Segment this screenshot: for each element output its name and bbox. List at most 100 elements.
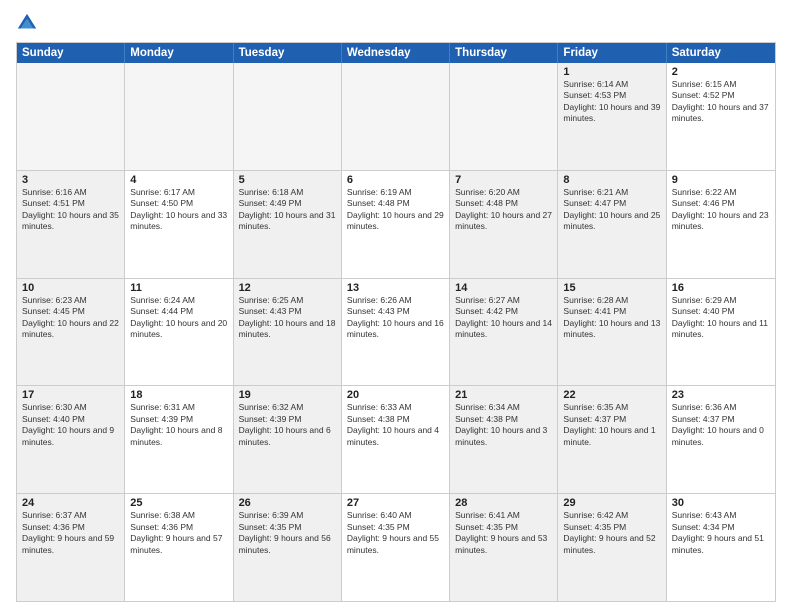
calendar-cell-13: 13Sunrise: 6:26 AM Sunset: 4:43 PM Dayli… [342, 279, 450, 386]
day-info: Sunrise: 6:39 AM Sunset: 4:35 PM Dayligh… [239, 510, 336, 556]
day-info: Sunrise: 6:27 AM Sunset: 4:42 PM Dayligh… [455, 295, 552, 341]
day-info: Sunrise: 6:35 AM Sunset: 4:37 PM Dayligh… [563, 402, 660, 448]
calendar-cell-10: 10Sunrise: 6:23 AM Sunset: 4:45 PM Dayli… [17, 279, 125, 386]
day-info: Sunrise: 6:42 AM Sunset: 4:35 PM Dayligh… [563, 510, 660, 556]
day-number: 1 [563, 66, 660, 78]
day-number: 6 [347, 174, 444, 186]
day-info: Sunrise: 6:37 AM Sunset: 4:36 PM Dayligh… [22, 510, 119, 556]
day-info: Sunrise: 6:34 AM Sunset: 4:38 PM Dayligh… [455, 402, 552, 448]
calendar-cell-5: 5Sunrise: 6:18 AM Sunset: 4:49 PM Daylig… [234, 171, 342, 278]
day-number: 2 [672, 66, 770, 78]
day-info: Sunrise: 6:43 AM Sunset: 4:34 PM Dayligh… [672, 510, 770, 556]
calendar-cell-20: 20Sunrise: 6:33 AM Sunset: 4:38 PM Dayli… [342, 386, 450, 493]
page-container: SundayMondayTuesdayWednesdayThursdayFrid… [0, 0, 792, 612]
calendar-cell-25: 25Sunrise: 6:38 AM Sunset: 4:36 PM Dayli… [125, 494, 233, 601]
day-info: Sunrise: 6:14 AM Sunset: 4:53 PM Dayligh… [563, 79, 660, 125]
day-number: 7 [455, 174, 552, 186]
day-info: Sunrise: 6:38 AM Sunset: 4:36 PM Dayligh… [130, 510, 227, 556]
day-info: Sunrise: 6:33 AM Sunset: 4:38 PM Dayligh… [347, 402, 444, 448]
day-number: 26 [239, 497, 336, 509]
calendar-cell-29: 29Sunrise: 6:42 AM Sunset: 4:35 PM Dayli… [558, 494, 666, 601]
calendar-cell-empty-0-2 [234, 63, 342, 170]
header-day-monday: Monday [125, 43, 233, 63]
day-info: Sunrise: 6:23 AM Sunset: 4:45 PM Dayligh… [22, 295, 119, 341]
day-info: Sunrise: 6:41 AM Sunset: 4:35 PM Dayligh… [455, 510, 552, 556]
header-day-sunday: Sunday [17, 43, 125, 63]
calendar-cell-15: 15Sunrise: 6:28 AM Sunset: 4:41 PM Dayli… [558, 279, 666, 386]
day-number: 30 [672, 497, 770, 509]
day-info: Sunrise: 6:28 AM Sunset: 4:41 PM Dayligh… [563, 295, 660, 341]
day-info: Sunrise: 6:21 AM Sunset: 4:47 PM Dayligh… [563, 187, 660, 233]
calendar-row-4: 24Sunrise: 6:37 AM Sunset: 4:36 PM Dayli… [17, 493, 775, 601]
day-number: 21 [455, 389, 552, 401]
calendar-cell-18: 18Sunrise: 6:31 AM Sunset: 4:39 PM Dayli… [125, 386, 233, 493]
day-number: 20 [347, 389, 444, 401]
calendar-body: 1Sunrise: 6:14 AM Sunset: 4:53 PM Daylig… [17, 63, 775, 601]
calendar-row-3: 17Sunrise: 6:30 AM Sunset: 4:40 PM Dayli… [17, 385, 775, 493]
day-number: 12 [239, 282, 336, 294]
header-day-friday: Friday [558, 43, 666, 63]
day-number: 4 [130, 174, 227, 186]
day-info: Sunrise: 6:32 AM Sunset: 4:39 PM Dayligh… [239, 402, 336, 448]
day-info: Sunrise: 6:20 AM Sunset: 4:48 PM Dayligh… [455, 187, 552, 233]
header-day-thursday: Thursday [450, 43, 558, 63]
day-number: 10 [22, 282, 119, 294]
calendar: SundayMondayTuesdayWednesdayThursdayFrid… [16, 42, 776, 602]
calendar-cell-17: 17Sunrise: 6:30 AM Sunset: 4:40 PM Dayli… [17, 386, 125, 493]
day-number: 17 [22, 389, 119, 401]
calendar-cell-14: 14Sunrise: 6:27 AM Sunset: 4:42 PM Dayli… [450, 279, 558, 386]
day-info: Sunrise: 6:16 AM Sunset: 4:51 PM Dayligh… [22, 187, 119, 233]
calendar-cell-empty-0-0 [17, 63, 125, 170]
day-info: Sunrise: 6:31 AM Sunset: 4:39 PM Dayligh… [130, 402, 227, 448]
day-number: 9 [672, 174, 770, 186]
day-number: 5 [239, 174, 336, 186]
day-number: 15 [563, 282, 660, 294]
calendar-cell-2: 2Sunrise: 6:15 AM Sunset: 4:52 PM Daylig… [667, 63, 775, 170]
day-number: 29 [563, 497, 660, 509]
calendar-row-1: 3Sunrise: 6:16 AM Sunset: 4:51 PM Daylig… [17, 170, 775, 278]
day-info: Sunrise: 6:18 AM Sunset: 4:49 PM Dayligh… [239, 187, 336, 233]
day-number: 22 [563, 389, 660, 401]
calendar-cell-6: 6Sunrise: 6:19 AM Sunset: 4:48 PM Daylig… [342, 171, 450, 278]
calendar-cell-22: 22Sunrise: 6:35 AM Sunset: 4:37 PM Dayli… [558, 386, 666, 493]
header-day-wednesday: Wednesday [342, 43, 450, 63]
calendar-cell-23: 23Sunrise: 6:36 AM Sunset: 4:37 PM Dayli… [667, 386, 775, 493]
calendar-row-0: 1Sunrise: 6:14 AM Sunset: 4:53 PM Daylig… [17, 63, 775, 170]
day-number: 8 [563, 174, 660, 186]
day-number: 24 [22, 497, 119, 509]
calendar-cell-7: 7Sunrise: 6:20 AM Sunset: 4:48 PM Daylig… [450, 171, 558, 278]
day-info: Sunrise: 6:40 AM Sunset: 4:35 PM Dayligh… [347, 510, 444, 556]
day-number: 16 [672, 282, 770, 294]
day-number: 11 [130, 282, 227, 294]
day-info: Sunrise: 6:17 AM Sunset: 4:50 PM Dayligh… [130, 187, 227, 233]
day-info: Sunrise: 6:19 AM Sunset: 4:48 PM Dayligh… [347, 187, 444, 233]
calendar-cell-16: 16Sunrise: 6:29 AM Sunset: 4:40 PM Dayli… [667, 279, 775, 386]
logo [16, 12, 42, 34]
day-info: Sunrise: 6:26 AM Sunset: 4:43 PM Dayligh… [347, 295, 444, 341]
calendar-cell-4: 4Sunrise: 6:17 AM Sunset: 4:50 PM Daylig… [125, 171, 233, 278]
day-number: 19 [239, 389, 336, 401]
day-info: Sunrise: 6:24 AM Sunset: 4:44 PM Dayligh… [130, 295, 227, 341]
header-day-tuesday: Tuesday [234, 43, 342, 63]
day-number: 25 [130, 497, 227, 509]
day-info: Sunrise: 6:30 AM Sunset: 4:40 PM Dayligh… [22, 402, 119, 448]
calendar-cell-9: 9Sunrise: 6:22 AM Sunset: 4:46 PM Daylig… [667, 171, 775, 278]
day-info: Sunrise: 6:22 AM Sunset: 4:46 PM Dayligh… [672, 187, 770, 233]
day-info: Sunrise: 6:15 AM Sunset: 4:52 PM Dayligh… [672, 79, 770, 125]
day-number: 14 [455, 282, 552, 294]
calendar-cell-11: 11Sunrise: 6:24 AM Sunset: 4:44 PM Dayli… [125, 279, 233, 386]
header-day-saturday: Saturday [667, 43, 775, 63]
calendar-cell-empty-0-3 [342, 63, 450, 170]
calendar-cell-empty-0-4 [450, 63, 558, 170]
day-info: Sunrise: 6:29 AM Sunset: 4:40 PM Dayligh… [672, 295, 770, 341]
calendar-header: SundayMondayTuesdayWednesdayThursdayFrid… [17, 43, 775, 63]
day-info: Sunrise: 6:36 AM Sunset: 4:37 PM Dayligh… [672, 402, 770, 448]
calendar-cell-19: 19Sunrise: 6:32 AM Sunset: 4:39 PM Dayli… [234, 386, 342, 493]
day-number: 3 [22, 174, 119, 186]
day-info: Sunrise: 6:25 AM Sunset: 4:43 PM Dayligh… [239, 295, 336, 341]
calendar-cell-21: 21Sunrise: 6:34 AM Sunset: 4:38 PM Dayli… [450, 386, 558, 493]
day-number: 18 [130, 389, 227, 401]
calendar-cell-24: 24Sunrise: 6:37 AM Sunset: 4:36 PM Dayli… [17, 494, 125, 601]
logo-icon [16, 12, 38, 34]
calendar-cell-27: 27Sunrise: 6:40 AM Sunset: 4:35 PM Dayli… [342, 494, 450, 601]
